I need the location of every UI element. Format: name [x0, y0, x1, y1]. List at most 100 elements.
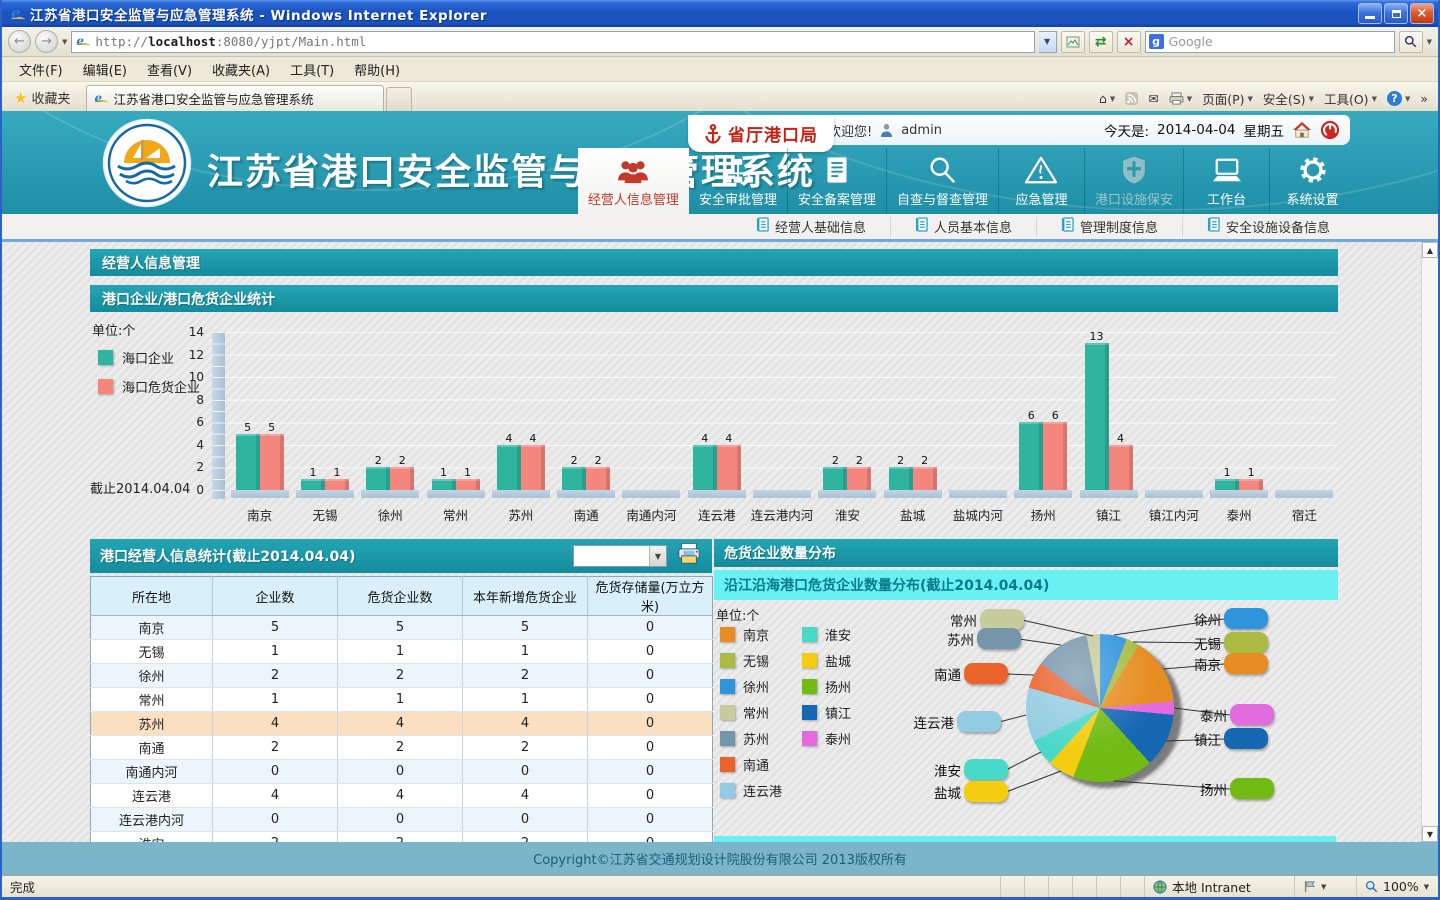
address-dropdown-button[interactable]: ▼ — [1039, 31, 1057, 53]
bar-value-label: 6 — [1028, 409, 1035, 422]
bar-group-12: 66扬州 — [1011, 332, 1076, 534]
nav-item-gear[interactable]: 系统设置 — [1269, 148, 1355, 214]
home-shortcut-button[interactable] — [1292, 121, 1312, 139]
subnav-item-1[interactable]: 人员基本信息 — [890, 217, 1036, 237]
table-row-南通内河[interactable]: 南通内河0000 — [91, 760, 713, 784]
mail-button[interactable]: ✉ — [1148, 91, 1158, 106]
welcome-strip: 省厅港口局 欢迎您! admin 今天是: 2014-04-04 星期五 — [688, 115, 1350, 145]
nav-item-laptop[interactable]: 工作台 — [1183, 148, 1269, 214]
bar-group-2: 22徐州 — [358, 332, 423, 534]
nav-item-doc[interactable]: 安全备案管理 — [787, 148, 886, 214]
search-box[interactable]: g Google — [1145, 31, 1395, 53]
search-go-button[interactable] — [1399, 31, 1423, 53]
table-cell: 1 — [463, 640, 588, 664]
chart-asof-label: 截止2014.04.04 — [90, 478, 190, 497]
print-button[interactable]: ▼ — [1169, 92, 1192, 105]
bar-value-label: 2 — [897, 454, 904, 467]
logout-button[interactable] — [1320, 120, 1340, 140]
bar-value-label: 4 — [1117, 432, 1124, 445]
protected-mode-button[interactable]: ▼ — [1294, 876, 1356, 897]
chevron-more-icon[interactable]: » — [1420, 91, 1428, 106]
table-print-button[interactable] — [676, 542, 702, 570]
history-dropdown-icon[interactable]: ▼ — [62, 38, 67, 46]
nav-item-search[interactable]: 自查与督查管理 — [886, 148, 998, 214]
table-cell: 2 — [338, 832, 463, 843]
menu-item-2[interactable]: 查看(V) — [138, 58, 201, 81]
scroll-down-icon[interactable]: ▼ — [1422, 826, 1438, 842]
menu-item-3[interactable]: 收藏夹(A) — [203, 58, 279, 81]
table-filter-select[interactable]: ▼ — [573, 545, 667, 567]
tab-active[interactable]: e 江苏省港口安全监管与应急管理系统 — [86, 85, 384, 111]
subnav-item-2[interactable]: 管理制度信息 — [1036, 217, 1182, 237]
table-row-苏州[interactable]: 苏州4440 — [91, 712, 713, 736]
new-tab-button[interactable] — [386, 87, 412, 111]
table-cell: 0 — [213, 808, 338, 832]
nav-item-label: 自查与督查管理 — [897, 189, 988, 208]
table-cell: 0 — [213, 760, 338, 784]
bar — [301, 479, 325, 490]
menu-item-1[interactable]: 编辑(E) — [74, 58, 136, 81]
chart-unit-label: 单位:个 — [92, 320, 135, 339]
nav-item-warning[interactable]: 应急管理 — [998, 148, 1084, 214]
nav-item-users[interactable]: 经营人信息管理 — [578, 148, 689, 214]
column-header: 本年新增危货企业 — [463, 577, 588, 616]
table-row-连云港[interactable]: 连云港4440 — [91, 784, 713, 808]
security-menu[interactable]: 安全(S) ▼ — [1263, 89, 1314, 108]
table-cell: 苏州 — [91, 712, 213, 736]
pie-callout-连云港: 连云港 — [957, 711, 1001, 732]
help-button[interactable]: ? ▼ — [1387, 91, 1410, 106]
x-axis-segment — [557, 490, 615, 498]
forward-button[interactable]: → — [35, 30, 58, 53]
table-row-徐州[interactable]: 徐州2220 — [91, 664, 713, 688]
bar-value-label: 2 — [399, 454, 406, 467]
pie-panel-title: 危货企业数量分布 — [714, 539, 1338, 567]
legend-swatch — [98, 350, 113, 365]
address-input[interactable]: e http://localhost:8080/yjpt/Main.html — [71, 31, 1034, 53]
refresh-button[interactable]: ⇄ — [1089, 31, 1113, 53]
table-cell: 0 — [588, 784, 713, 808]
stop-button[interactable]: × — [1117, 31, 1141, 53]
table-row-无锡[interactable]: 无锡1110 — [91, 640, 713, 664]
table-cell: 0 — [588, 616, 713, 640]
footer: Copyright©江苏省交通规划设计院股份有限公司 2013版权所有 — [2, 842, 1438, 875]
back-button[interactable]: ← — [8, 30, 31, 53]
table-row-常州[interactable]: 常州1110 — [91, 688, 713, 712]
restore-button[interactable] — [1384, 3, 1408, 24]
minimize-button[interactable] — [1358, 3, 1382, 24]
bar-group-4: 44苏州 — [488, 332, 553, 534]
table-row-南京[interactable]: 南京5550 — [91, 616, 713, 640]
menu-item-5[interactable]: 帮助(H) — [345, 58, 409, 81]
bar — [1109, 445, 1133, 490]
gear-icon — [1298, 153, 1328, 185]
table-cell: 0 — [588, 640, 713, 664]
menu-item-0[interactable]: 文件(F) — [10, 58, 72, 81]
pie-callout-徐州: 徐州 — [1224, 608, 1268, 629]
bar — [913, 467, 937, 490]
page-menu[interactable]: 页面(P) ▼ — [1202, 89, 1253, 108]
table-row-淮安[interactable]: 淮安2220 — [91, 832, 713, 843]
favorites-button[interactable]: ★ 收藏夹 — [6, 84, 78, 111]
pie-legend-扬州: 扬州 — [802, 679, 851, 694]
compatibility-button[interactable] — [1061, 31, 1085, 53]
subnav-item-0[interactable]: 经营人基础信息 — [732, 217, 890, 237]
x-tick-label: 连云港内河 — [751, 505, 814, 524]
search-dropdown-icon[interactable]: ▼ — [1427, 38, 1432, 46]
scroll-up-icon[interactable]: ▲ — [1422, 242, 1438, 258]
nav-item-shield[interactable]: 港口设施保安 — [1084, 148, 1183, 214]
tools-menu[interactable]: 工具(O) ▼ — [1324, 89, 1377, 108]
legend-swatch — [720, 757, 735, 772]
home-button[interactable]: ⌂ ▼ — [1099, 91, 1115, 106]
pie-callout-南京: 南京 — [1224, 653, 1268, 674]
table-row-南通[interactable]: 南通2220 — [91, 736, 713, 760]
subnav-item-3[interactable]: 安全设施设备信息 — [1182, 217, 1354, 237]
callout-label: 常州 — [950, 610, 977, 630]
zoom-control[interactable]: 100% ▼ — [1356, 876, 1438, 897]
nav-item-org[interactable]: 安全审批管理 — [689, 148, 787, 214]
menu-item-4[interactable]: 工具(T) — [281, 58, 343, 81]
close-button[interactable]: × — [1410, 3, 1434, 24]
vertical-scrollbar[interactable]: ▲ ▼ — [1421, 242, 1438, 842]
bar-group-15: 11泰州 — [1206, 332, 1271, 534]
bar — [1085, 343, 1109, 490]
table-row-连云港内河[interactable]: 连云港内河0000 — [91, 808, 713, 832]
rss-button[interactable] — [1125, 92, 1138, 105]
